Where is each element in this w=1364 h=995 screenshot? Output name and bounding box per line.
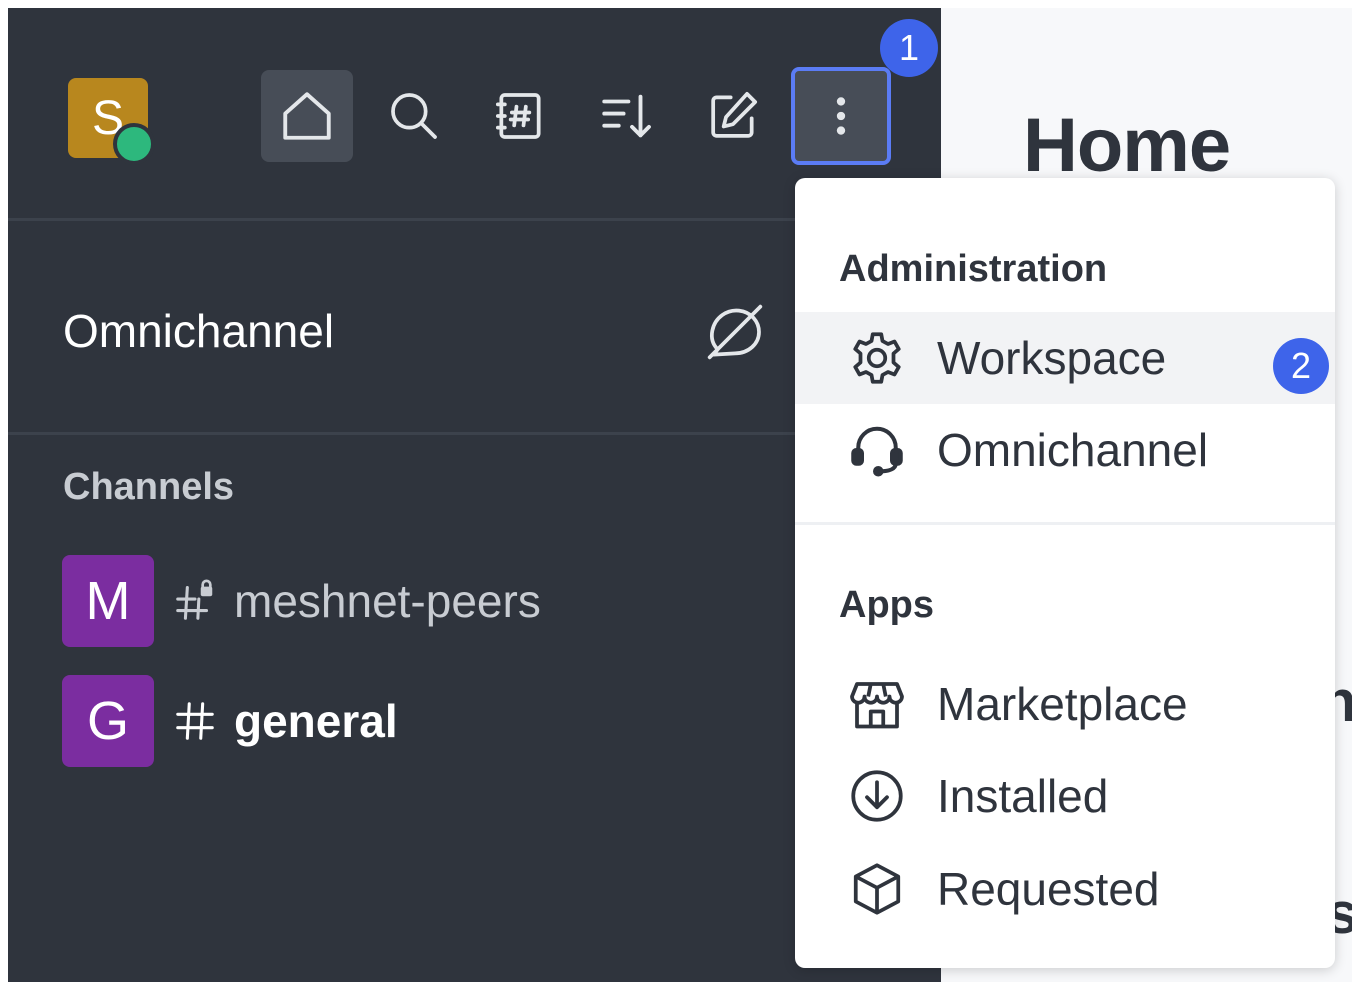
menu-item-label: Omnichannel bbox=[937, 424, 1209, 476]
menu-item-workspace[interactable]: Workspace bbox=[795, 312, 1335, 404]
menu-item-omnichannel[interactable]: Omnichannel bbox=[795, 404, 1335, 496]
sort-button[interactable] bbox=[580, 70, 672, 162]
menu-item-label: Workspace bbox=[937, 332, 1167, 384]
menu-item-label: Marketplace bbox=[937, 678, 1188, 730]
room-avatar: G bbox=[62, 675, 154, 767]
room-name: general bbox=[234, 695, 398, 747]
menu-item-requested[interactable]: Requested bbox=[795, 843, 1335, 935]
room-avatar-initial: M bbox=[85, 571, 131, 631]
download-circle-icon bbox=[851, 770, 903, 822]
menu-item-installed[interactable]: Installed bbox=[795, 750, 1335, 842]
kebab-icon bbox=[836, 97, 846, 135]
room-avatar-initial: G bbox=[86, 691, 129, 751]
online-status-indicator bbox=[113, 123, 155, 165]
room-item-meshnet-peers[interactable]: M meshnet-peers bbox=[62, 555, 822, 647]
app-window: Home r n s S bbox=[8, 8, 1352, 982]
directory-button[interactable] bbox=[474, 70, 566, 162]
room-item-general[interactable]: G general bbox=[62, 675, 822, 767]
create-new-button[interactable] bbox=[687, 70, 779, 162]
menu-item-marketplace[interactable]: Marketplace bbox=[795, 658, 1335, 750]
page-title: Home bbox=[1023, 103, 1231, 188]
search-icon bbox=[391, 93, 437, 139]
menu-divider bbox=[795, 522, 1335, 525]
menu-group-apps: Apps bbox=[839, 584, 934, 626]
message-disabled-icon bbox=[707, 304, 763, 360]
menu-item-label: Installed bbox=[937, 770, 1109, 822]
home-button[interactable] bbox=[261, 70, 353, 162]
gear-icon bbox=[853, 332, 901, 384]
room-avatar: M bbox=[62, 555, 154, 647]
sort-icon bbox=[602, 94, 651, 138]
divider bbox=[8, 432, 798, 435]
hashtag-icon bbox=[176, 702, 214, 740]
hashtag-lock-icon bbox=[176, 579, 213, 620]
store-icon bbox=[850, 682, 904, 729]
cube-icon bbox=[853, 863, 901, 915]
menu-group-administration: Administration bbox=[839, 248, 1108, 290]
administration-menu-button[interactable] bbox=[791, 67, 891, 165]
home-icon bbox=[283, 92, 331, 140]
search-button[interactable] bbox=[368, 70, 460, 162]
administration-dropdown-menu: Administration Workspace Omnichannel App… bbox=[795, 178, 1335, 968]
headset-icon bbox=[851, 426, 903, 477]
omnichannel-title: Omnichannel bbox=[63, 305, 335, 357]
step-badge: 2 bbox=[1273, 338, 1329, 394]
pencil-square-icon bbox=[711, 91, 758, 138]
omnichannel-status-toggle[interactable] bbox=[703, 300, 767, 369]
channels-section-label: Channels bbox=[63, 466, 235, 508]
menu-item-label: Requested bbox=[937, 863, 1160, 915]
step-badge: 1 bbox=[880, 19, 938, 77]
directory-icon bbox=[495, 93, 541, 139]
room-name: meshnet-peers bbox=[234, 575, 541, 627]
